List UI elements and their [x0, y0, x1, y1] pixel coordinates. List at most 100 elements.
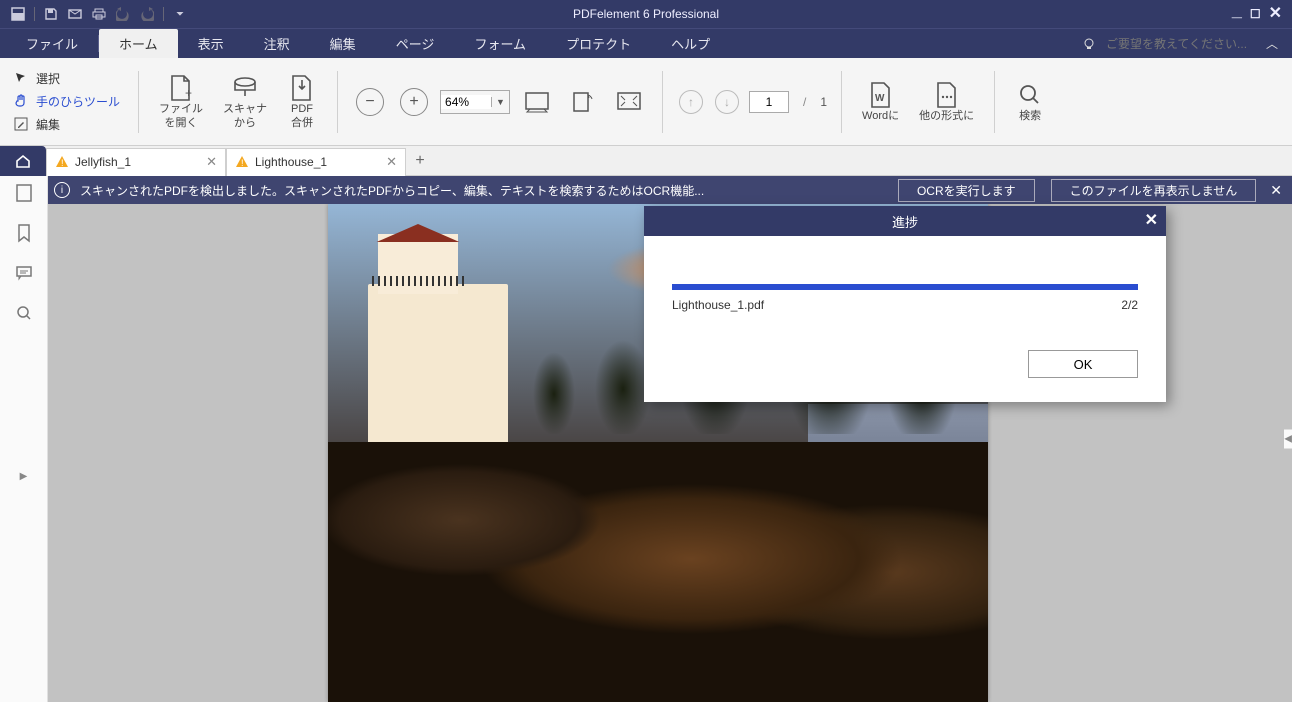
- info-icon: i: [54, 182, 70, 198]
- divider: [337, 71, 338, 133]
- ocr-notification-bar: i スキャンされたPDFを検出しました。スキャンされたPDFからコピー、編集、テ…: [48, 176, 1292, 204]
- menu-page[interactable]: ページ: [376, 29, 455, 58]
- menu-file[interactable]: ファイル: [6, 29, 98, 58]
- hand-icon: [14, 94, 30, 110]
- search-icon: [1015, 80, 1045, 110]
- customize-icon[interactable]: ⏷: [172, 6, 188, 22]
- document-tab-2[interactable]: ! Lighthouse_1 ✕: [226, 148, 406, 176]
- app-icon[interactable]: [10, 6, 26, 22]
- collapse-panel-handle[interactable]: ◀: [1284, 430, 1292, 449]
- ocr-message: スキャンされたPDFを検出しました。スキャンされたPDFからコピー、編集、テキス…: [80, 182, 704, 199]
- mail-icon[interactable]: [67, 6, 83, 22]
- close-bar-icon[interactable]: ✕: [1266, 182, 1286, 199]
- convert-dots-icon: [932, 80, 962, 110]
- zoom-in-button[interactable]: +: [400, 88, 428, 116]
- next-page-button[interactable]: ↓: [715, 90, 739, 114]
- svg-text:!: !: [241, 158, 244, 168]
- to-other-button[interactable]: 他の形式に: [913, 78, 980, 125]
- rotate-icon[interactable]: [568, 87, 598, 117]
- collapse-ribbon-icon[interactable]: ︿: [1266, 35, 1278, 52]
- home-tab[interactable]: [0, 146, 46, 176]
- minimize-button[interactable]: _: [1232, 1, 1242, 19]
- comment-icon[interactable]: [13, 262, 35, 284]
- prev-page-button[interactable]: ↑: [679, 90, 703, 114]
- menu-protect[interactable]: プロテクト: [546, 29, 651, 58]
- progress-filename: Lighthouse_1.pdf: [672, 298, 764, 312]
- menu-help[interactable]: ヘルプ: [651, 29, 730, 58]
- tab-label: Lighthouse_1: [255, 155, 327, 169]
- warning-icon: !: [55, 155, 69, 169]
- search-icon[interactable]: [13, 302, 35, 324]
- dialog-title: 進捗: [892, 212, 918, 231]
- chevron-down-icon[interactable]: ▼: [491, 97, 509, 107]
- menu-home[interactable]: ホーム: [99, 29, 178, 58]
- expand-panel-handle[interactable]: ▶: [20, 471, 28, 482]
- close-tab-icon[interactable]: ✕: [206, 154, 217, 170]
- zoom-select[interactable]: ▼: [440, 90, 510, 114]
- menu-annotate[interactable]: 注釈: [244, 29, 310, 58]
- undo-icon[interactable]: [115, 6, 131, 22]
- lightbulb-icon: [1082, 37, 1096, 51]
- svg-text:+: +: [185, 86, 192, 100]
- tab-label: Jellyfish_1: [75, 155, 131, 169]
- fit-width-icon[interactable]: [522, 87, 552, 117]
- page-number-input[interactable]: [749, 91, 789, 113]
- thumbnails-icon[interactable]: [13, 182, 35, 204]
- document-merge-icon: [287, 73, 317, 103]
- divider: [662, 71, 663, 133]
- fit-page-icon[interactable]: [614, 87, 644, 117]
- page-separator: /: [797, 95, 812, 109]
- menu-bar: ファイル ホーム 表示 注釈 編集 ページ フォーム プロテクト ヘルプ ︿: [0, 28, 1292, 58]
- app-title: PDFelement 6 Professional: [0, 7, 1292, 21]
- select-tool[interactable]: 選択: [10, 68, 124, 89]
- scanner-icon: [230, 73, 260, 103]
- bookmark-icon[interactable]: [13, 222, 35, 244]
- dont-show-again-button[interactable]: このファイルを再表示しません: [1051, 179, 1257, 202]
- progress-fill: [672, 284, 1138, 290]
- run-ocr-button[interactable]: OCRを実行します: [898, 179, 1035, 202]
- title-bar: ⏷ PDFelement 6 Professional _ ☐ ✕: [0, 0, 1292, 28]
- document-plus-icon: +: [166, 73, 196, 103]
- ribbon: 選択 手のひらツール 編集 + ファイル を開く スキャナ から PDF 合併 …: [0, 58, 1292, 146]
- svg-text:!: !: [61, 158, 64, 168]
- maximize-button[interactable]: ☐: [1250, 8, 1261, 20]
- word-icon: W: [866, 80, 896, 110]
- redo-icon[interactable]: [139, 6, 155, 22]
- document-tab-1[interactable]: ! Jellyfish_1 ✕: [46, 148, 226, 176]
- warning-icon: !: [235, 155, 249, 169]
- zoom-input[interactable]: [441, 95, 491, 109]
- edit-tool[interactable]: 編集: [10, 114, 124, 135]
- zoom-out-button[interactable]: −: [356, 88, 384, 116]
- progress-bar: [672, 284, 1138, 290]
- svg-text:W: W: [875, 93, 885, 104]
- menu-edit[interactable]: 編集: [310, 29, 376, 58]
- from-scanner-button[interactable]: スキャナ から: [217, 71, 273, 131]
- divider: [138, 71, 139, 133]
- search-button[interactable]: 検索: [1009, 78, 1051, 125]
- menu-view[interactable]: 表示: [178, 29, 244, 58]
- ok-button[interactable]: OK: [1028, 350, 1138, 378]
- combine-pdf-button[interactable]: PDF 合併: [281, 71, 323, 131]
- progress-dialog: 進捗 ✕ Lighthouse_1.pdf 2/2 OK: [644, 206, 1166, 402]
- close-dialog-icon[interactable]: ✕: [1145, 210, 1158, 230]
- side-panel: ▶: [0, 176, 48, 702]
- close-button[interactable]: ✕: [1269, 6, 1282, 22]
- cursor-icon: [14, 71, 30, 87]
- close-tab-icon[interactable]: ✕: [386, 154, 397, 170]
- document-viewport[interactable]: i スキャンされたPDFを検出しました。スキャンされたPDFからコピー、編集、テ…: [48, 176, 1292, 702]
- open-file-button[interactable]: + ファイル を開く: [153, 71, 209, 131]
- separator: [163, 7, 164, 21]
- divider: [841, 71, 842, 133]
- pencil-icon: [14, 117, 30, 133]
- separator: [34, 7, 35, 21]
- menu-form[interactable]: フォーム: [454, 29, 546, 58]
- tell-me-input[interactable]: [1106, 37, 1256, 51]
- hand-tool[interactable]: 手のひらツール: [10, 91, 124, 112]
- save-icon[interactable]: [43, 6, 59, 22]
- to-word-button[interactable]: W Wordに: [856, 78, 905, 125]
- print-icon[interactable]: [91, 6, 107, 22]
- content-area: ▶ i スキャンされたPDFを検出しました。スキャンされたPDFからコピー、編集…: [0, 176, 1292, 702]
- divider: [994, 71, 995, 133]
- progress-count: 2/2: [1121, 298, 1138, 312]
- new-tab-button[interactable]: +: [406, 147, 434, 175]
